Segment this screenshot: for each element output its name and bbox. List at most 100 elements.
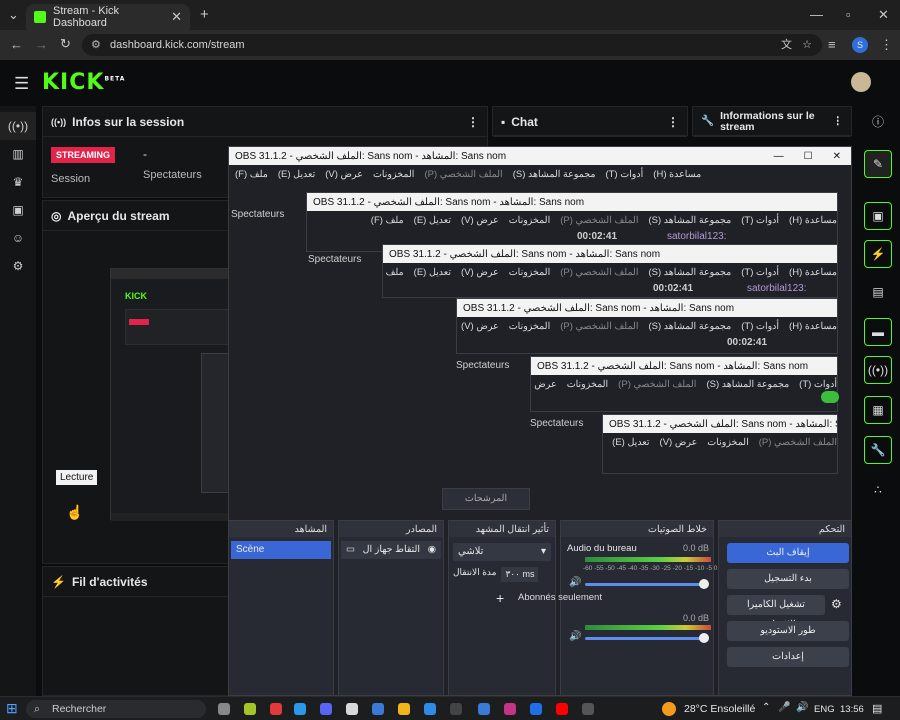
app-icon-3[interactable] — [294, 703, 306, 715]
tab-search-icon[interactable]: ≡ — [828, 37, 836, 52]
settings-nav-icon[interactable]: ⚙ — [0, 252, 36, 280]
browser-tab[interactable]: Stream - Kick Dashboard ✕ — [26, 4, 190, 30]
obs-close-icon[interactable]: ✕ — [823, 151, 851, 162]
taskbar-search[interactable]: ⌕ Rechercher — [26, 700, 206, 718]
camera-frame-icon[interactable]: ▣ — [864, 202, 892, 230]
chat-button-icon[interactable]: ▬ — [864, 318, 892, 346]
broadcast-button-icon[interactable]: ((•)) — [864, 356, 892, 384]
notification-icon[interactable]: ▤ — [872, 702, 882, 715]
transition-select[interactable]: تلاشي ▾ — [453, 543, 551, 561]
users-nav-icon[interactable]: ☺ — [0, 224, 36, 252]
forward-icon[interactable]: → — [35, 37, 48, 52]
tab-list-icon[interactable]: ⌄ — [8, 7, 19, 23]
profile-avatar[interactable]: S — [852, 37, 868, 53]
info-icon[interactable]: ⓘ — [864, 108, 892, 136]
volume-slider[interactable] — [585, 583, 705, 586]
sources-dock: المصادر ▭ التقاط جهاز ال ◉ — [338, 520, 444, 696]
viewers-value: - — [143, 147, 147, 161]
trophy-nav-icon[interactable]: ♛ — [0, 168, 36, 196]
app-icon-7[interactable] — [478, 703, 490, 715]
bookmark-star-icon[interactable]: ☆ — [802, 34, 812, 56]
community-nav-icon[interactable]: ▣ — [0, 196, 36, 224]
dots-cluster-icon[interactable]: ∴ — [864, 476, 892, 504]
reload-icon[interactable]: ↻ — [60, 36, 71, 52]
obs-menu-docks[interactable]: المخزونات — [373, 169, 414, 180]
filters-button[interactable]: المرشحات — [442, 488, 530, 510]
site-info-icon[interactable]: ⚙ — [91, 34, 101, 56]
plus-icon[interactable]: + — [496, 590, 504, 606]
start-recording-button[interactable]: بدء التسجيل — [727, 569, 849, 589]
toggle-switch[interactable] — [821, 391, 839, 403]
volume-knob-2[interactable] — [699, 633, 709, 643]
obs-menu-edit[interactable]: تعديل (E) — [278, 169, 315, 180]
obs-menu-view[interactable]: عرض (V) — [325, 169, 363, 180]
tray-chevron-icon[interactable]: ⌃ — [762, 702, 770, 713]
hamburger-menu-icon[interactable]: ☰ — [14, 74, 29, 94]
virtual-camera-button[interactable]: تشغيل الكاميرا الافتراضية — [727, 595, 825, 630]
activity-feed-header: ⚡ Fil d'activités — [43, 567, 231, 597]
weather-text[interactable]: 28°C Ensoleillé — [684, 703, 755, 715]
obs-titlebar-4: OBS 31.1.2 - الملف الشخصي: Sans nom - ال… — [457, 299, 837, 317]
right-toolbar: ⓘ ✎ ▣ ⚡ ▤ ▬ ((•)) ▦ 🔧 ∴ — [858, 106, 900, 696]
source-item[interactable]: ▭ التقاط جهاز ال ◉ — [341, 541, 441, 559]
virtual-camera-settings-icon[interactable]: ⚙ — [831, 597, 842, 611]
obs-menu-profile[interactable]: الملف الشخصي (P) — [424, 169, 502, 180]
minimize-window-icon[interactable]: — — [810, 7, 823, 22]
app-icon-8[interactable] — [530, 703, 542, 715]
broadcast-icon: ((•)) — [51, 116, 67, 127]
language-indicator[interactable]: ENG — [814, 704, 835, 715]
obs-menu-file[interactable]: ملف (F) — [235, 169, 268, 180]
studio-mode-button[interactable]: طور الاستوديو — [727, 621, 849, 641]
app-icon-1[interactable] — [244, 703, 256, 715]
app-icon-6[interactable] — [450, 703, 462, 715]
app-icon-5[interactable] — [372, 703, 384, 715]
close-tab-icon[interactable]: ✕ — [171, 9, 182, 25]
obs-maximize-icon[interactable]: ☐ — [794, 151, 823, 162]
volume-knob[interactable] — [699, 579, 709, 589]
new-tab-icon[interactable]: + — [200, 6, 209, 23]
stop-streaming-button[interactable]: إيقاف البث — [727, 543, 849, 563]
browser-menu-icon[interactable]: ⋮ — [880, 37, 893, 53]
speaker-icon-2[interactable]: 🔊 — [569, 631, 581, 642]
stream-info-menu-icon[interactable]: ⋮ — [833, 116, 844, 127]
document-icon[interactable]: ▤ — [864, 278, 892, 306]
translate-icon[interactable]: 文 — [781, 34, 792, 56]
obs-menu-scene-collection[interactable]: مجموعة المشاهد (S) — [513, 169, 596, 180]
windows-start-icon[interactable]: ⊞ — [6, 700, 18, 717]
scene-item[interactable]: Scène — [231, 541, 331, 559]
volume-slider-2[interactable] — [585, 637, 705, 640]
user-avatar[interactable] — [851, 72, 871, 92]
stream-nav-icon[interactable]: ((•)) — [0, 112, 36, 140]
back-icon[interactable]: ← — [10, 37, 23, 52]
edit-pen-icon[interactable]: ✎ — [864, 150, 892, 178]
layout-icon[interactable]: ▦ — [864, 396, 892, 424]
volume-tray-icon[interactable]: 🔊 — [796, 702, 808, 713]
chat-panel-menu-icon[interactable]: ⋮ — [667, 115, 679, 129]
discord-icon[interactable] — [320, 703, 332, 715]
session-panel-menu-icon[interactable]: ⋮ — [467, 115, 479, 129]
instagram-icon[interactable] — [504, 703, 516, 715]
analytics-nav-icon[interactable]: ▥ — [0, 140, 36, 168]
microphone-icon[interactable]: 🎤 — [778, 702, 790, 713]
maximize-window-icon[interactable]: ▫ — [846, 7, 851, 22]
speaker-icon[interactable]: 🔊 — [569, 577, 581, 588]
chrome-icon[interactable] — [398, 703, 410, 715]
obs-minimize-icon[interactable]: — — [764, 151, 794, 162]
lightning-button-icon[interactable]: ⚡ — [864, 240, 892, 268]
youtube-icon[interactable] — [556, 703, 568, 715]
taskview-icon[interactable] — [218, 703, 230, 715]
app-icon-2[interactable] — [270, 703, 282, 715]
edge-icon[interactable] — [424, 703, 436, 715]
clock[interactable]: 13:56 — [840, 704, 864, 715]
kick-logo[interactable]: KICKBETA — [42, 70, 125, 95]
eye-icon[interactable]: ◉ — [428, 541, 436, 559]
transition-duration-input[interactable]: ٣٠٠ ms — [501, 567, 539, 582]
wrench-button-icon[interactable]: 🔧 — [864, 436, 892, 464]
url-bar[interactable]: ⚙ dashboard.kick.com/stream 文 ☆ — [82, 34, 822, 56]
obs-taskbar-icon[interactable] — [582, 703, 594, 715]
obs-menu-help[interactable]: مساعدة (H) — [653, 169, 701, 180]
close-window-icon[interactable]: ✕ — [878, 7, 889, 23]
app-icon-4[interactable] — [346, 703, 358, 715]
settings-button[interactable]: إعدادات — [727, 647, 849, 667]
obs-menu-tools[interactable]: أدوات (T) — [605, 169, 643, 180]
